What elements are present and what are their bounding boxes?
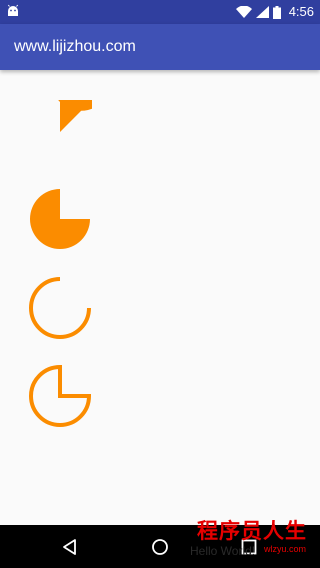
signal-icon bbox=[255, 6, 269, 18]
watermark-title: 程序员人生 bbox=[197, 519, 307, 543]
filled-sector-shape-2 bbox=[30, 189, 90, 249]
wifi-icon bbox=[235, 6, 252, 18]
home-icon[interactable] bbox=[149, 536, 171, 558]
battery-icon bbox=[272, 5, 281, 19]
content-area bbox=[0, 70, 320, 525]
app-title: www.lijizhou.com bbox=[14, 38, 136, 55]
filled-sector-shape-1 bbox=[58, 100, 92, 132]
stroked-sector-shape bbox=[29, 364, 92, 427]
status-bar: 4:56 bbox=[0, 0, 320, 24]
watermark: 程序员人生 wlzyu.com bbox=[188, 518, 316, 554]
app-bar: www.lijizhou.com bbox=[0, 24, 320, 70]
back-icon[interactable] bbox=[59, 536, 81, 558]
android-notification-icon bbox=[7, 4, 19, 16]
status-time: 4:56 bbox=[288, 4, 314, 19]
watermark-url: wlzyu.com bbox=[263, 544, 306, 554]
arc-stroke-shape bbox=[29, 277, 91, 339]
